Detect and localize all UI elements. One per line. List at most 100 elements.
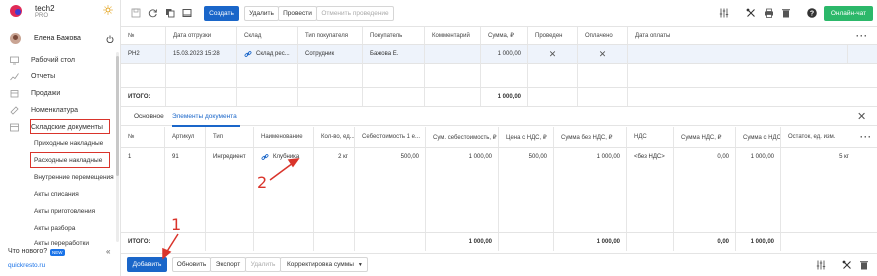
- settings-sliders-icon[interactable]: [719, 8, 729, 18]
- sidebar-item-nomenclature[interactable]: Номенклатура: [10, 104, 78, 116]
- delete-button[interactable]: Удалить: [245, 257, 281, 272]
- refresh-icon[interactable]: [148, 8, 158, 18]
- sidebar-subitem-processing[interactable]: Акты переработки: [34, 240, 89, 247]
- annotation-number-1: 1: [171, 215, 182, 234]
- whats-new-link[interactable]: Что нового?: [8, 248, 47, 255]
- cell-buyer-type: Сотрудник: [297, 45, 362, 63]
- empty-cell: [553, 166, 626, 232]
- sidebar-scrollbar[interactable]: [116, 52, 119, 242]
- sidebar-subitem-writeoffs[interactable]: Акты списания: [34, 191, 79, 198]
- col-header-sum-no-vat[interactable]: Сумма без НДС, ₽: [553, 127, 626, 147]
- link-icon[interactable]: [261, 153, 269, 161]
- trash-icon[interactable]: [859, 260, 869, 270]
- empty-cell: [165, 63, 236, 87]
- col-header-posted[interactable]: Проведен: [527, 27, 577, 44]
- col-header-name[interactable]: Наименование: [253, 127, 313, 147]
- sidebar-subitem-incoming[interactable]: Приходные накладные: [34, 140, 103, 147]
- power-icon[interactable]: [106, 35, 114, 43]
- col-header-comment[interactable]: Комментарий: [424, 27, 480, 44]
- col-header-number[interactable]: №: [121, 27, 165, 44]
- more-options-icon[interactable]: ···: [847, 27, 877, 44]
- cell-vat-sum: 0,00: [673, 148, 735, 166]
- sidebar-item-desktop[interactable]: Рабочий стол: [10, 54, 75, 66]
- cell-number: 1: [128, 154, 132, 160]
- col-header-vat-sum[interactable]: Сумма НДС, ₽: [673, 127, 735, 147]
- col-header-warehouse[interactable]: Склад: [236, 27, 297, 44]
- domain-link[interactable]: quickresto.ru: [8, 262, 45, 269]
- add-button[interactable]: Добавить: [127, 257, 167, 272]
- correction-dropdown[interactable]: Корректировка суммы ▼: [280, 257, 368, 272]
- create-button[interactable]: Создать: [204, 6, 239, 21]
- col-header-buyer-type[interactable]: Тип покупателя: [297, 27, 362, 44]
- cell-sum-vat: 1 000,00: [735, 148, 780, 166]
- col-header-number[interactable]: №: [121, 127, 164, 147]
- table-row[interactable]: 1 91 Ингредиент Клубника 2 кг 500,00 1 0…: [121, 148, 877, 166]
- col-header-remaining[interactable]: Остаток, ед. изм.: [780, 127, 855, 147]
- tools-icon[interactable]: [842, 260, 852, 270]
- link-icon[interactable]: [244, 50, 252, 58]
- post-button[interactable]: Провести: [278, 6, 317, 21]
- trash-icon[interactable]: [781, 8, 791, 18]
- table-row[interactable]: РН2 15.03.2023 15:28 Склад рес... Сотруд…: [121, 45, 877, 63]
- theme-sun-icon[interactable]: [103, 5, 113, 15]
- cell-empty: [847, 45, 877, 63]
- col-header-vat[interactable]: НДС: [626, 127, 673, 147]
- col-header-sum-vat[interactable]: Сумма с НДС, ₽: [735, 127, 780, 147]
- sidebar-item-reports[interactable]: Отчеты: [10, 70, 55, 82]
- empty-cell: [424, 63, 480, 87]
- close-icon[interactable]: ✕: [857, 110, 866, 123]
- total-sum: 1 000,00: [480, 88, 527, 106]
- tab-main[interactable]: Основное: [134, 113, 164, 120]
- tools-icon[interactable]: [746, 8, 756, 18]
- col-header-type[interactable]: Тип: [205, 127, 253, 147]
- col-header-paid[interactable]: Оплачено: [577, 27, 627, 44]
- more-options-icon[interactable]: ···: [855, 127, 877, 147]
- empty-cell: [673, 166, 735, 232]
- empty-cell: [626, 166, 673, 232]
- annotation-number-2: 2: [257, 173, 268, 192]
- col-header-buyer[interactable]: Покупатель: [362, 27, 424, 44]
- empty-cell: [780, 166, 855, 232]
- col-header-price-vat[interactable]: Цена с НДС, ₽: [498, 127, 553, 147]
- items-table: № Артикул Тип Наименование Кол-во, ед...…: [121, 127, 877, 253]
- col-header-article[interactable]: Артикул: [164, 127, 205, 147]
- copy-icon[interactable]: [165, 8, 175, 18]
- avatar[interactable]: [10, 33, 21, 44]
- total-sum-vat: 1 000,00: [735, 233, 780, 251]
- delete-button[interactable]: Удалить: [244, 6, 279, 21]
- window-icon[interactable]: [182, 8, 192, 18]
- unpost-button[interactable]: Отменить проведение: [316, 6, 394, 21]
- collapse-sidebar-icon[interactable]: «: [106, 247, 110, 256]
- sidebar-subitem-transfers[interactable]: Внутренние перемещения: [34, 174, 114, 181]
- total-label: ИТОГО:: [128, 239, 151, 245]
- col-header-unit-cost[interactable]: Себестоимость 1 е...: [354, 127, 425, 147]
- empty-cell: [165, 88, 236, 106]
- col-header-ship-date[interactable]: Дата отгрузки: [165, 27, 236, 44]
- empty-cell: [121, 166, 164, 232]
- tab-document-items[interactable]: Элементы документа: [172, 113, 237, 120]
- empty-cell: [354, 233, 425, 251]
- export-button[interactable]: Экспорт: [210, 257, 246, 272]
- refresh-button[interactable]: Обновить: [172, 257, 211, 272]
- col-header-pay-date[interactable]: Дата оплаты: [627, 27, 847, 44]
- cell-buyer: Бажова Е.: [362, 45, 424, 63]
- posted-cross-icon: ✕: [527, 45, 577, 63]
- col-header-sum[interactable]: Сумма, ₽: [480, 27, 527, 44]
- print-icon[interactable]: [764, 8, 774, 18]
- empty-cell: [354, 166, 425, 232]
- online-chat-button[interactable]: Онлайн-чат: [824, 6, 873, 21]
- sidebar-subitem-cooking[interactable]: Акты приготовления: [34, 208, 95, 215]
- save-icon[interactable]: [131, 8, 141, 18]
- empty-cell: [626, 233, 673, 251]
- warehouse-icon: [10, 123, 19, 131]
- settings-sliders-icon[interactable]: [816, 260, 826, 270]
- col-header-qty[interactable]: Кол-во, ед...: [313, 127, 354, 147]
- cell-vat: <без НДС>: [626, 148, 673, 166]
- sidebar-item-label: Отчеты: [31, 72, 56, 80]
- user-name[interactable]: Елена Бажова: [34, 35, 81, 42]
- col-header-total-cost[interactable]: Сум. себестоимость, ₽: [425, 127, 498, 147]
- sidebar-item-sales[interactable]: Продажи: [10, 87, 60, 99]
- sidebar-subitem-disassembly[interactable]: Акты разбора: [34, 225, 75, 232]
- cell-qty: 2 кг: [313, 148, 354, 166]
- help-icon[interactable]: ?: [807, 8, 817, 18]
